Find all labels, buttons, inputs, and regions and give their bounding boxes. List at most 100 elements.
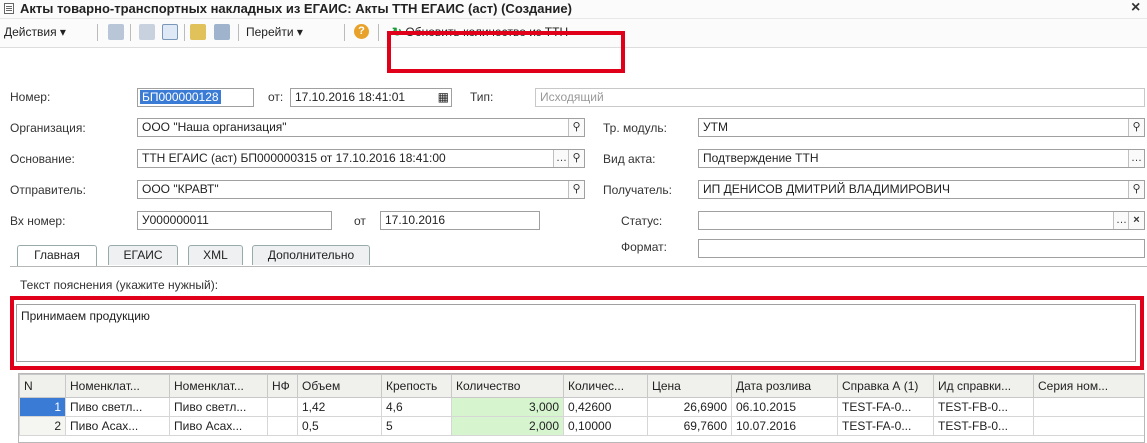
row-number[interactable]: 1: [19, 397, 66, 417]
actions-menu[interactable]: Действия ▾: [4, 25, 66, 39]
number-field[interactable]: БП000000128: [137, 88, 254, 107]
search-icon[interactable]: ⚲: [568, 150, 584, 167]
goto-label: Перейти: [246, 25, 294, 39]
column-header[interactable]: Крепость: [381, 374, 452, 398]
column-header[interactable]: Справка А (1): [837, 374, 934, 398]
toolbar-separator: [97, 24, 98, 41]
table-cell[interactable]: [267, 397, 298, 417]
table-cell[interactable]: [1033, 397, 1144, 417]
column-header[interactable]: Объем: [297, 374, 382, 398]
column-header[interactable]: Количес...: [563, 374, 648, 398]
table-cell[interactable]: Пиво Асах...: [169, 416, 268, 436]
goto-menu[interactable]: Перейти ▾: [246, 25, 303, 39]
search-icon[interactable]: ⚲: [568, 181, 584, 198]
copy-icon[interactable]: [162, 24, 178, 40]
table-cell[interactable]: Пиво светл...: [169, 397, 268, 417]
receiver-field[interactable]: ИП ДЕНИСОВ ДМИТРИЙ ВЛАДИМИРОВИЧ ⚲: [698, 180, 1145, 199]
table-cell[interactable]: 0,10000: [563, 416, 648, 436]
receiver-label: Получатель:: [603, 183, 672, 197]
basis-value: ТТН ЕГАИС (аст) БП000000315 от 17.10.201…: [142, 151, 446, 165]
incoming-from-label: от: [354, 214, 366, 228]
table-cell[interactable]: [1033, 416, 1144, 436]
toolbar-separator: [344, 24, 345, 41]
export-icon[interactable]: [190, 24, 206, 40]
table-cell[interactable]: 69,7600: [647, 416, 732, 436]
column-header[interactable]: Дата розлива: [731, 374, 838, 398]
close-icon[interactable]: ×: [1131, 0, 1140, 17]
table-cell[interactable]: Пиво светл...: [65, 397, 170, 417]
column-header[interactable]: N: [19, 374, 66, 398]
status-field[interactable]: … ×: [698, 211, 1145, 230]
tab-additional[interactable]: Дополнительно: [252, 245, 370, 265]
act-type-value: Подтверждение ТТН: [703, 151, 819, 165]
document-icon: [4, 3, 14, 14]
row-number[interactable]: 2: [19, 416, 66, 436]
actions-label: Действия: [4, 25, 57, 39]
toolbar-separator: [238, 24, 239, 41]
table-cell[interactable]: TEST-FA-0...: [837, 416, 934, 436]
search-icon[interactable]: ⚲: [1128, 181, 1144, 198]
table-cell[interactable]: TEST-FB-0...: [933, 397, 1034, 417]
table-cell[interactable]: TEST-FB-0...: [933, 416, 1034, 436]
search-icon[interactable]: ⚲: [568, 119, 584, 136]
table-cell[interactable]: 5: [381, 416, 452, 436]
search-icon[interactable]: ⚲: [1128, 119, 1144, 136]
sender-field[interactable]: ООО "КРАВТ" ⚲: [137, 180, 585, 199]
structure-icon[interactable]: [214, 24, 230, 40]
column-header[interactable]: Серия ном...: [1033, 374, 1144, 398]
date-field[interactable]: 17.10.2016 18:41:01 ▦: [290, 88, 452, 107]
table-cell[interactable]: 2,000: [451, 416, 564, 436]
toolbar-separator: [130, 24, 131, 41]
tr-module-value: УТМ: [703, 120, 728, 134]
column-header[interactable]: Номенклат...: [65, 374, 170, 398]
incoming-date-field[interactable]: 17.10.2016: [380, 211, 540, 230]
list-icon[interactable]: [139, 24, 155, 40]
table-cell[interactable]: 4,6: [381, 397, 452, 417]
ellipsis-icon[interactable]: …: [1113, 212, 1129, 229]
incoming-number-label: Вх номер:: [10, 214, 66, 228]
calendar-icon[interactable]: ▦: [438, 89, 449, 106]
tr-module-field[interactable]: УТМ ⚲: [698, 118, 1145, 137]
table-cell[interactable]: 3,000: [451, 397, 564, 417]
format-label: Формат:: [621, 240, 667, 254]
organization-field[interactable]: ООО "Наша организация" ⚲: [137, 118, 585, 137]
organization-label: Организация:: [10, 121, 86, 135]
number-label: Номер:: [10, 90, 51, 104]
format-field[interactable]: [698, 239, 1145, 258]
ellipsis-icon[interactable]: …: [553, 150, 569, 167]
table-cell[interactable]: [267, 416, 298, 436]
help-icon[interactable]: ?: [354, 24, 369, 39]
column-header[interactable]: Ид справки...: [933, 374, 1034, 398]
column-header[interactable]: Количество: [451, 374, 564, 398]
organization-value: ООО "Наша организация": [142, 120, 287, 134]
table-cell[interactable]: 1,42: [297, 397, 382, 417]
act-type-field[interactable]: Подтверждение ТТН …: [698, 149, 1145, 168]
column-header[interactable]: Цена: [647, 374, 732, 398]
column-header[interactable]: Номенклат...: [169, 374, 268, 398]
tab-xml[interactable]: XML: [188, 245, 243, 265]
table-cell[interactable]: Пиво Асах...: [65, 416, 170, 436]
tab-divider: [10, 266, 1147, 267]
table-cell[interactable]: 10.07.2016: [731, 416, 838, 436]
table-cell[interactable]: 06.10.2015: [731, 397, 838, 417]
date-from-label: от:: [268, 90, 284, 104]
basis-field[interactable]: ТТН ЕГАИС (аст) БП000000315 от 17.10.201…: [137, 149, 585, 168]
tab-main[interactable]: Главная: [17, 245, 97, 267]
ellipsis-icon[interactable]: …: [1128, 150, 1144, 167]
table-cell[interactable]: 26,6900: [647, 397, 732, 417]
table-cell[interactable]: 0,5: [297, 416, 382, 436]
table-row[interactable]: 2 Пиво Асах... Пиво Асах... 0,5 5 2,000 …: [19, 416, 1144, 436]
table-cell[interactable]: 0,42600: [563, 397, 648, 417]
post-icon[interactable]: [108, 24, 124, 40]
clear-icon[interactable]: ×: [1128, 212, 1144, 229]
toolbar-separator: [378, 24, 379, 41]
incoming-number-field[interactable]: У000000011: [137, 211, 332, 230]
tab-egais[interactable]: ЕГАИС: [108, 245, 178, 265]
basis-label: Основание:: [10, 152, 75, 166]
status-label: Статус:: [621, 214, 663, 228]
column-header[interactable]: НФ: [267, 374, 298, 398]
note-textarea[interactable]: Принимаем продукцию: [16, 304, 1136, 362]
table-row[interactable]: 1 Пиво светл... Пиво светл... 1,42 4,6 3…: [19, 397, 1144, 417]
number-value: БП000000128: [140, 90, 221, 104]
table-cell[interactable]: TEST-FA-0...: [837, 397, 934, 417]
